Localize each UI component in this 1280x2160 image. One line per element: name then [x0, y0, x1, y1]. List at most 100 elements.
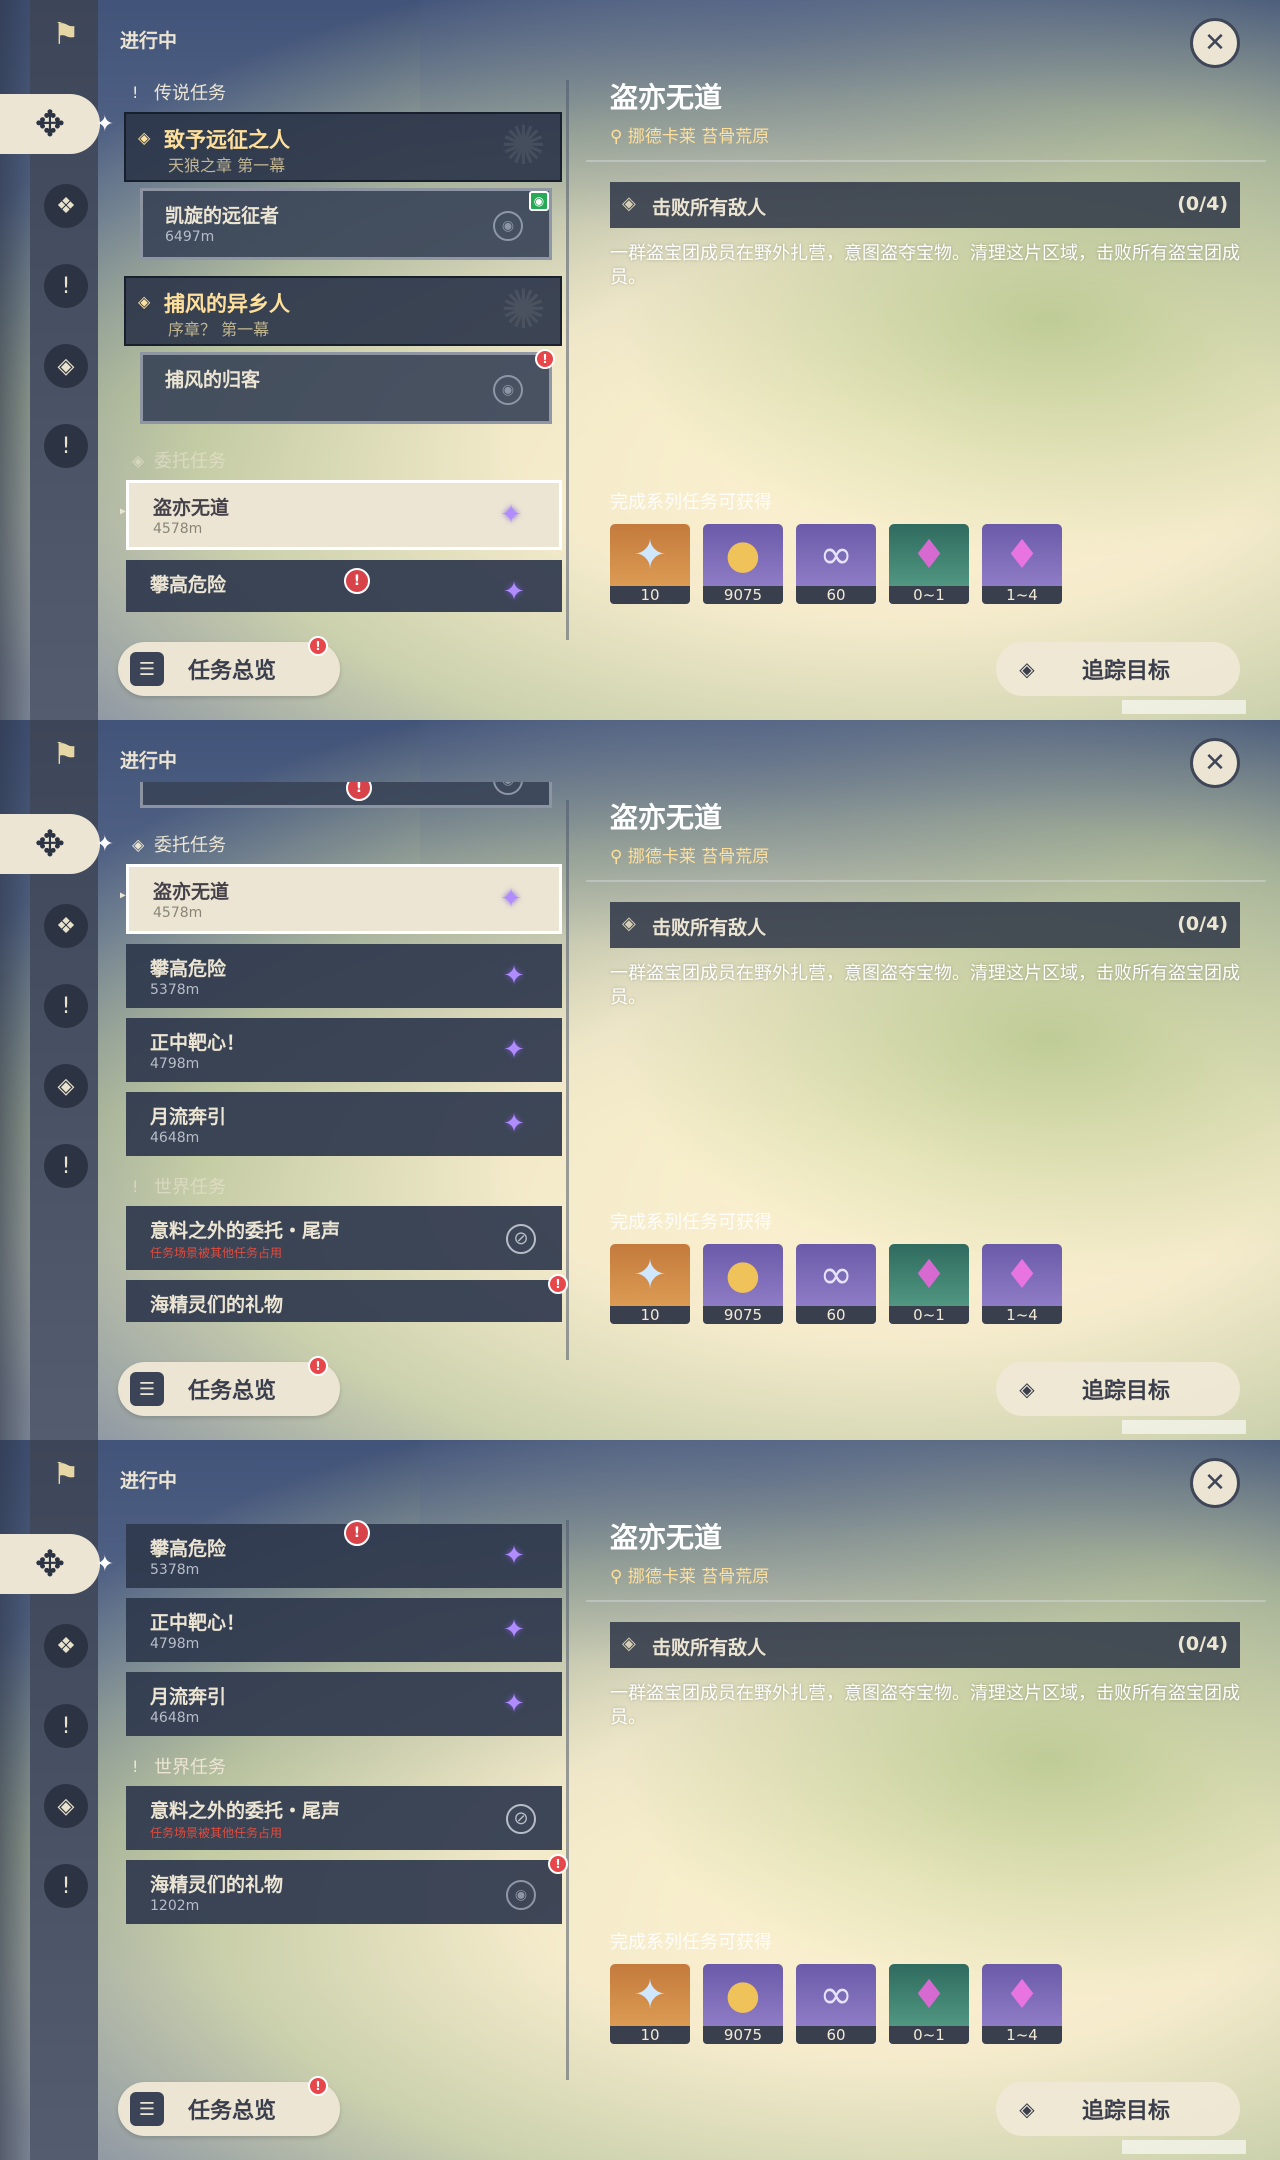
quest-card-c2[interactable]: 攀高危险 5378m ✦: [126, 944, 562, 1008]
location-pin-icon[interactable]: ◉: [493, 782, 523, 795]
rail-tab-all-active[interactable]: ✥ ✦: [0, 94, 114, 154]
sparkle-icon: ✦: [95, 832, 114, 857]
commission-star-icon: ✦: [503, 1035, 525, 1065]
tracking-eye-icon: ◉: [529, 191, 549, 211]
rail-tab-all-active[interactable]: ✥ ✦: [0, 814, 114, 874]
reward-item[interactable]: ♦ 1~4: [982, 1964, 1062, 2044]
quest-card-legend1-child[interactable]: 凯旋的远征者 6497m ◉ ◉: [140, 188, 552, 260]
quest-location: ⚲ 挪德卡莱 苔骨荒原: [610, 1567, 770, 1587]
rewards-header: 完成系列任务可获得: [610, 492, 772, 513]
close-button[interactable]: ✕: [1190, 1458, 1240, 1508]
close-button[interactable]: ✕: [1190, 738, 1240, 788]
rail-tab-legend[interactable]: ❖: [44, 184, 88, 228]
section-header-commission: ◈ 委托任务: [132, 834, 226, 857]
reward-item[interactable]: ∞ 60: [796, 1964, 876, 2044]
crystal-cluster-icon: ♦: [1004, 532, 1040, 578]
target-diamond-icon: ◈: [1019, 657, 1035, 681]
alert-badge: !: [548, 1854, 568, 1874]
quest-card-w1[interactable]: 意料之外的委托・尾声 任务场景被其他任务占用 ⊘: [126, 1206, 562, 1270]
quest-overview-button[interactable]: ☰ 任务总览 !: [118, 1356, 340, 1416]
quest-title: 盗亦无道: [610, 801, 723, 834]
objective-bar: ◈ 击败所有敌人 (0/4): [610, 182, 1240, 228]
rail-tab-event[interactable]: !: [44, 1144, 88, 1188]
status-title: 进行中: [120, 750, 178, 772]
close-button[interactable]: ✕: [1190, 18, 1240, 68]
rail-tab-commission[interactable]: ◈: [44, 1784, 88, 1828]
reward-item[interactable]: ∞ 60: [796, 1244, 876, 1324]
primogem-icon: ✦: [633, 532, 667, 578]
quest-overview-button[interactable]: ☰ 任务总览 !: [118, 636, 340, 696]
rail-tab-legend[interactable]: ❖: [44, 1624, 88, 1668]
event-icon: !: [61, 433, 71, 459]
rail-tab-legend[interactable]: ❖: [44, 904, 88, 948]
reward-item[interactable]: ♦ 1~4: [982, 1244, 1062, 1324]
objective-bar: ◈ 击败所有敌人 (0/4): [610, 1622, 1240, 1668]
reward-item[interactable]: ● 9075: [703, 1244, 783, 1324]
rail-tab-commission[interactable]: ◈: [44, 1064, 88, 1108]
diamond-icon: ◈: [622, 193, 636, 214]
crystal-cluster-icon: ♦: [1004, 1972, 1040, 2018]
rail-tab-all-active[interactable]: ✥ ✦: [0, 1534, 114, 1594]
track-target-button[interactable]: ◈ 追踪目标: [996, 642, 1240, 696]
quest-card-c2[interactable]: 攀高危险 ✦ !: [126, 560, 562, 612]
quest-book-icon[interactable]: ⚑: [44, 732, 88, 776]
reward-item[interactable]: ♦ 0~1: [889, 524, 969, 604]
quest-card-legend2-child-partial[interactable]: ◉ !: [140, 782, 552, 808]
quest-card-c1-selected[interactable]: ▶ 盗亦无道 4578m ✦: [120, 480, 562, 550]
close-icon: ✕: [1204, 748, 1226, 778]
rail-tab-world[interactable]: !: [44, 1704, 88, 1748]
commission-star-icon: ✦: [503, 961, 525, 991]
section-header-world: ! 世界任务: [132, 1176, 226, 1199]
track-target-button[interactable]: ◈ 追踪目标: [996, 1362, 1240, 1416]
reward-item[interactable]: ✦ 10: [610, 1964, 690, 2044]
rail-tab-world[interactable]: !: [44, 984, 88, 1028]
quest-description: 一群盗宝团成员在野外扎营，意图盗夺宝物。清理这片区域，击败所有盗宝团成员。: [610, 963, 1240, 1008]
quest-book-icon[interactable]: ⚑: [44, 12, 88, 56]
reward-item[interactable]: ● 9075: [703, 524, 783, 604]
quest-card-w1[interactable]: 意料之外的委托・尾声 任务场景被其他任务占用 ⊘: [126, 1786, 562, 1850]
quest-list: ◉ ! ◈委托任务 ▶ 盗亦无道 4578m ✦ 攀高危险 5378m ✦ 正中…: [120, 782, 568, 1322]
divider: [586, 160, 1266, 162]
reward-item[interactable]: ● 9075: [703, 1964, 783, 2044]
location-pin-icon: ⚲: [610, 127, 628, 147]
commission-icon: ◈: [57, 353, 75, 379]
quest-card-legend1[interactable]: ◈ 致予远征之人 天狼之章 第一幕 ✺: [124, 112, 562, 182]
location-pin-icon[interactable]: ◉: [493, 211, 523, 241]
track-target-button[interactable]: ◈ 追踪目标: [996, 2082, 1240, 2136]
mora-icon: ●: [725, 532, 761, 578]
location-pin-icon[interactable]: ◉: [506, 1880, 536, 1910]
reward-item[interactable]: ✦ 10: [610, 1244, 690, 1324]
quest-card-c1-selected[interactable]: ▶ 盗亦无道 4578m ✦: [120, 864, 562, 934]
quest-book-icon[interactable]: ⚑: [44, 1452, 88, 1496]
quest-card-c3[interactable]: 正中靶心！ 4798m ✦: [126, 1018, 562, 1082]
quest-card-c3[interactable]: 正中靶心！ 4798m ✦: [126, 1598, 562, 1662]
quest-screen-2: ⚑ ✥✦ ❖ ! ◈ ! 进行中 ◉ ! ◈委托任务 ▶ 盗亦无道 4578m …: [0, 720, 1280, 1440]
quest-title: 盗亦无道: [610, 81, 723, 114]
quest-card-c4[interactable]: 月流奔引 4648m ✦: [126, 1092, 562, 1156]
selection-arrow-icon: ▶: [120, 503, 126, 519]
quest-card-legend2-child[interactable]: 捕风的归客 ◉ !: [140, 349, 555, 424]
legend-icon: ❖: [56, 1633, 76, 1659]
rail-tab-world[interactable]: !: [44, 264, 88, 308]
quest-card-w2[interactable]: 海精灵们的礼物 !: [126, 1274, 568, 1322]
reward-item[interactable]: ♦ 0~1: [889, 1244, 969, 1324]
quest-card-c2[interactable]: 攀高危险 5378m ✦ !: [126, 1520, 562, 1588]
reward-item[interactable]: ♦ 0~1: [889, 1964, 969, 2044]
commission-star-icon: ✦: [503, 1541, 525, 1571]
wolf-emblem-icon: ✺: [500, 114, 546, 177]
commission-star-icon: ✦: [503, 1689, 525, 1719]
quest-card-c4[interactable]: 月流奔引 4648m ✦: [126, 1672, 562, 1736]
reward-item[interactable]: ✦ 10: [610, 524, 690, 604]
rail-tab-event[interactable]: !: [44, 424, 88, 468]
quest-card-w2[interactable]: 海精灵们的礼物 1202m ◉ !: [126, 1854, 568, 1924]
legend-icon: ❖: [56, 913, 76, 939]
location-pin-icon[interactable]: ◉: [493, 375, 523, 405]
reward-item[interactable]: ♦ 1~4: [982, 524, 1062, 604]
crystal-chunk-icon: ♦: [911, 1252, 947, 1298]
commission-star-icon: ✦: [500, 500, 522, 530]
reward-item[interactable]: ∞ 60: [796, 524, 876, 604]
rail-tab-commission[interactable]: ◈: [44, 344, 88, 388]
quest-overview-button[interactable]: ☰ 任务总览 !: [118, 2076, 340, 2136]
rail-tab-event[interactable]: !: [44, 1864, 88, 1908]
quest-card-legend2[interactable]: ◈ 捕风的异乡人 序章？ 第一幕 ✺: [124, 276, 562, 346]
